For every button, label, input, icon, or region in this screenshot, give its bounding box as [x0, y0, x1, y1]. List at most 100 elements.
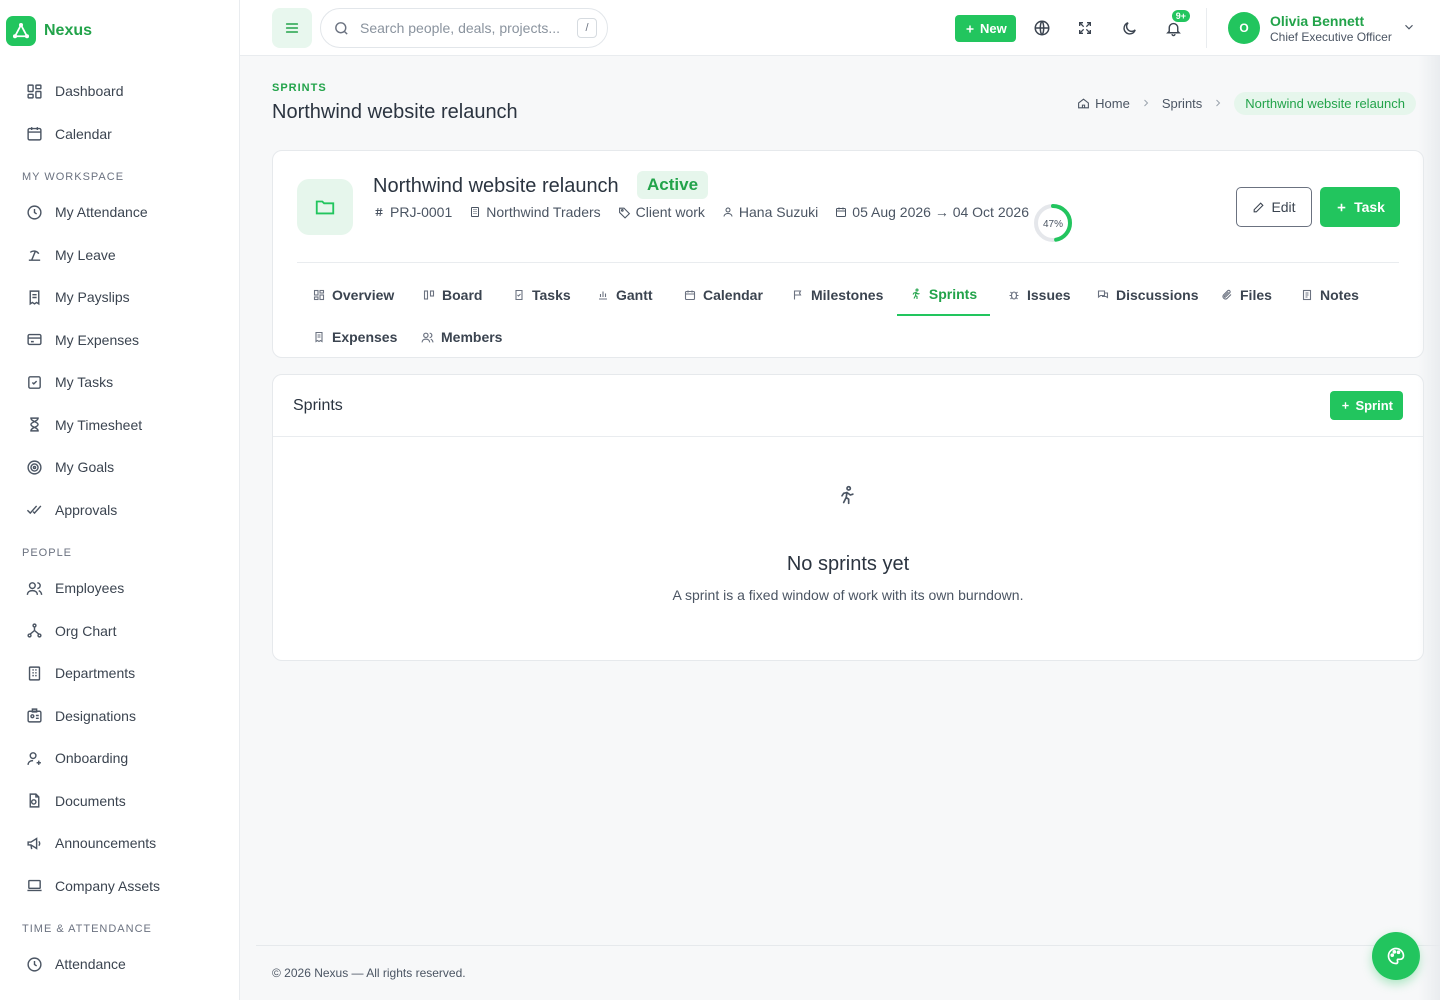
chevron-right-icon: [1212, 97, 1224, 109]
project-header-card: Northwind website relaunch Active PRJ-00…: [272, 150, 1424, 358]
project-dates-value: 05 Aug 2026 → 04 Oct 2026: [852, 204, 1029, 220]
hamburger-icon: [284, 20, 300, 36]
page-eyebrow: SPRINTS: [272, 82, 327, 94]
hash-icon: [373, 206, 385, 218]
brand[interactable]: Nexus: [0, 0, 239, 62]
users-icon: [26, 580, 43, 597]
tab-gantt[interactable]: Gantt: [597, 274, 653, 316]
fullscreen-button[interactable]: [1069, 12, 1101, 44]
header-divider: [1206, 8, 1207, 48]
pencil-icon: [1252, 201, 1265, 214]
home-icon: [1077, 97, 1090, 110]
tab-expenses[interactable]: Expenses: [313, 316, 397, 358]
sidebar-item-announcements[interactable]: Announcements: [0, 822, 239, 865]
edit-project-button[interactable]: Edit: [1236, 187, 1312, 227]
tab-label: Discussions: [1116, 287, 1199, 303]
sidebar-item-label: Calendar: [55, 125, 112, 142]
sidebar-item-departments[interactable]: Departments: [0, 652, 239, 695]
add-sprint-button[interactable]: Sprint: [1330, 391, 1403, 420]
sidebar-item-label: Company Assets: [55, 877, 161, 894]
user-menu-chevron-down-icon[interactable]: [1402, 20, 1416, 34]
document-icon: [26, 792, 43, 809]
sidebar-item-label: My Timesheet: [55, 416, 143, 433]
tab-members[interactable]: Members: [421, 316, 502, 358]
add-task-button[interactable]: Task: [1320, 187, 1400, 227]
menu-toggle-button[interactable]: [272, 8, 312, 48]
sidebar-item-company-assets[interactable]: Company Assets: [0, 865, 239, 908]
sidebar-item-my-expenses[interactable]: My Expenses: [0, 319, 239, 362]
sidebar-section-title: MY WORKSPACE: [22, 171, 125, 183]
tab-board[interactable]: Board: [423, 274, 482, 316]
tab-issues[interactable]: Issues: [1008, 274, 1071, 316]
tab-files[interactable]: Files: [1221, 274, 1272, 316]
sidebar-item-org-chart[interactable]: Org Chart: [0, 610, 239, 653]
new-button-label: New: [980, 21, 1007, 36]
sidebar-item-my-goals[interactable]: My Goals: [0, 446, 239, 489]
clock-icon: [26, 204, 43, 221]
sidebar-item-my-tasks[interactable]: My Tasks: [0, 361, 239, 404]
new-button[interactable]: New: [955, 15, 1016, 42]
tab-notes[interactable]: Notes: [1301, 274, 1359, 316]
project-owner[interactable]: Hana Suzuki: [722, 204, 818, 220]
sidebar-item-dashboard[interactable]: Dashboard: [0, 70, 239, 113]
dashboard-icon: [26, 83, 43, 100]
tab-label: Tasks: [532, 287, 571, 303]
sidebar-item-label: Designations: [55, 707, 136, 724]
user-role: Chief Executive Officer: [1270, 30, 1392, 44]
project-category: Client work: [618, 204, 705, 220]
sidebar-item-label: Departments: [55, 665, 136, 682]
beach-icon: [26, 246, 43, 263]
sidebar-item-employees[interactable]: Employees: [0, 567, 239, 610]
footer-divider: [256, 945, 1440, 946]
tab-milestones[interactable]: Milestones: [792, 274, 883, 316]
sidebar-item-label: Org Chart: [55, 622, 117, 639]
sidebar-item-my-timesheet[interactable]: My Timesheet: [0, 404, 239, 447]
breadcrumb-current: Northwind website relaunch: [1234, 91, 1416, 115]
sidebar-item-calendar[interactable]: Calendar: [0, 113, 239, 156]
search-input-placeholder[interactable]: Search people, deals, projects...: [360, 20, 560, 36]
calendar-icon: [684, 289, 696, 301]
tab-discussions[interactable]: Discussions: [1097, 274, 1198, 316]
target-icon: [26, 459, 43, 476]
sidebar-item-onboarding[interactable]: Onboarding: [0, 737, 239, 780]
project-client[interactable]: Northwind Traders: [469, 204, 601, 220]
footer-copyright: © 2026 Nexus — All rights reserved.: [272, 966, 466, 980]
user-name[interactable]: Olivia Bennett: [1270, 13, 1364, 29]
project-name: Northwind website relaunch: [373, 175, 619, 197]
sidebar-item-approvals[interactable]: Approvals: [0, 489, 239, 532]
sidebar-item-label: My Leave: [55, 246, 116, 263]
page-title: Northwind website relaunch: [272, 101, 518, 123]
tabs-divider: [297, 262, 1399, 263]
sidebar-item-label: My Tasks: [55, 374, 114, 391]
sidebar-item-designations[interactable]: Designations: [0, 695, 239, 738]
sidebar-item-label: Documents: [55, 792, 126, 809]
sidebar-item-my-payslips[interactable]: My Payslips: [0, 276, 239, 319]
project-status-badge: Active: [637, 171, 709, 199]
language-button[interactable]: [1026, 12, 1058, 44]
tab-label: Board: [442, 287, 483, 303]
tab-sprints[interactable]: Sprints: [897, 274, 990, 316]
calendar-icon: [835, 206, 847, 218]
user-avatar[interactable]: O: [1228, 12, 1260, 44]
notifications-button[interactable]: 9+: [1157, 10, 1190, 44]
search-shortcut-hint: /: [577, 18, 597, 38]
sidebar-item-documents[interactable]: Documents: [0, 780, 239, 823]
sidebar-item-my-leave[interactable]: My Leave: [0, 234, 239, 277]
edit-button-label: Edit: [1271, 199, 1296, 215]
bell-icon: [1165, 20, 1182, 37]
laptop-icon: [26, 877, 43, 894]
chat-icon: [1097, 289, 1109, 301]
tab-calendar[interactable]: Calendar: [684, 274, 763, 316]
breadcrumb-home[interactable]: Home: [1077, 96, 1130, 111]
breadcrumb-sprints[interactable]: Sprints: [1162, 96, 1202, 111]
sidebar-item-label: Attendance: [55, 956, 126, 973]
sidebar-item-my-attendance[interactable]: My Attendance: [0, 191, 239, 234]
building-icon: [26, 665, 43, 682]
theme-customizer-button[interactable]: [1372, 932, 1420, 980]
global-search[interactable]: Search people, deals, projects... /: [320, 8, 608, 48]
notification-count-badge: 9+: [1171, 10, 1190, 22]
sidebar-item-attendance[interactable]: Attendance: [0, 943, 239, 986]
tab-overview[interactable]: Overview: [313, 274, 394, 316]
tab-tasks[interactable]: Tasks: [513, 274, 571, 316]
theme-toggle-button[interactable]: [1113, 12, 1145, 44]
